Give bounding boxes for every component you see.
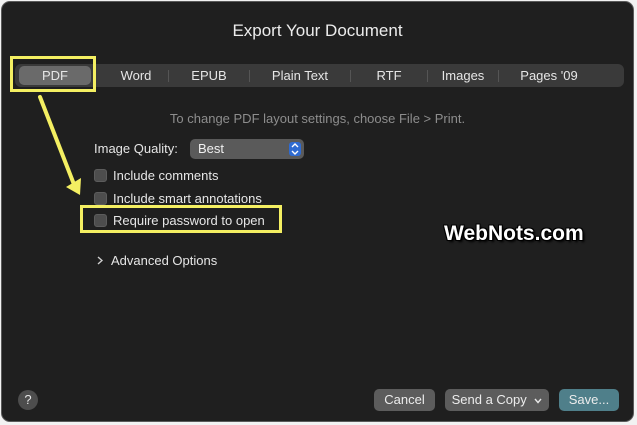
image-quality-select[interactable]: Best <box>190 139 304 159</box>
dialog-title: Export Your Document <box>232 21 403 40</box>
image-quality-label: Image Quality: <box>94 141 178 156</box>
cancel-button[interactable]: Cancel <box>374 389 435 411</box>
require-password-row[interactable]: Require password to open <box>94 213 265 228</box>
send-a-copy-label: Send a Copy <box>451 392 527 407</box>
chevron-down-icon <box>534 392 542 407</box>
require-password-label: Require password to open <box>113 213 265 228</box>
help-button[interactable]: ? <box>18 390 38 410</box>
save-button[interactable]: Save... <box>559 389 619 411</box>
image-quality-value: Best <box>198 141 225 156</box>
tab-pdf[interactable]: PDF <box>19 66 91 85</box>
include-comments-label: Include comments <box>113 168 219 183</box>
format-tab-bar: PDF Word EPUB Plain Text RTF Images Page… <box>15 64 624 87</box>
export-dialog: Export Your Document PDF Word EPUB Plain… <box>1 1 634 422</box>
advanced-options-label: Advanced Options <box>111 253 218 268</box>
tab-epub[interactable]: EPUB <box>169 64 249 87</box>
tab-word[interactable]: Word <box>104 64 168 87</box>
include-comments-row[interactable]: Include comments <box>94 168 219 183</box>
include-smart-annotations-row[interactable]: Include smart annotations <box>94 191 262 206</box>
image-quality-row: Image Quality: <box>94 141 178 156</box>
tab-rtf[interactable]: RTF <box>351 64 427 87</box>
watermark-logo: WebNots.com <box>444 222 584 245</box>
tab-images[interactable]: Images <box>428 64 498 87</box>
send-a-copy-button[interactable]: Send a Copy <box>445 389 549 411</box>
annotation-arrow-icon <box>38 95 81 195</box>
chevron-right-icon <box>97 253 104 268</box>
tab-plain-text[interactable]: Plain Text <box>250 64 350 87</box>
require-password-checkbox[interactable] <box>94 214 107 227</box>
advanced-options-disclosure[interactable]: Advanced Options <box>97 253 217 268</box>
tab-pages-09[interactable]: Pages '09 <box>499 64 599 87</box>
chevron-updown-icon <box>289 142 301 156</box>
include-smart-annotations-label: Include smart annotations <box>113 191 262 206</box>
